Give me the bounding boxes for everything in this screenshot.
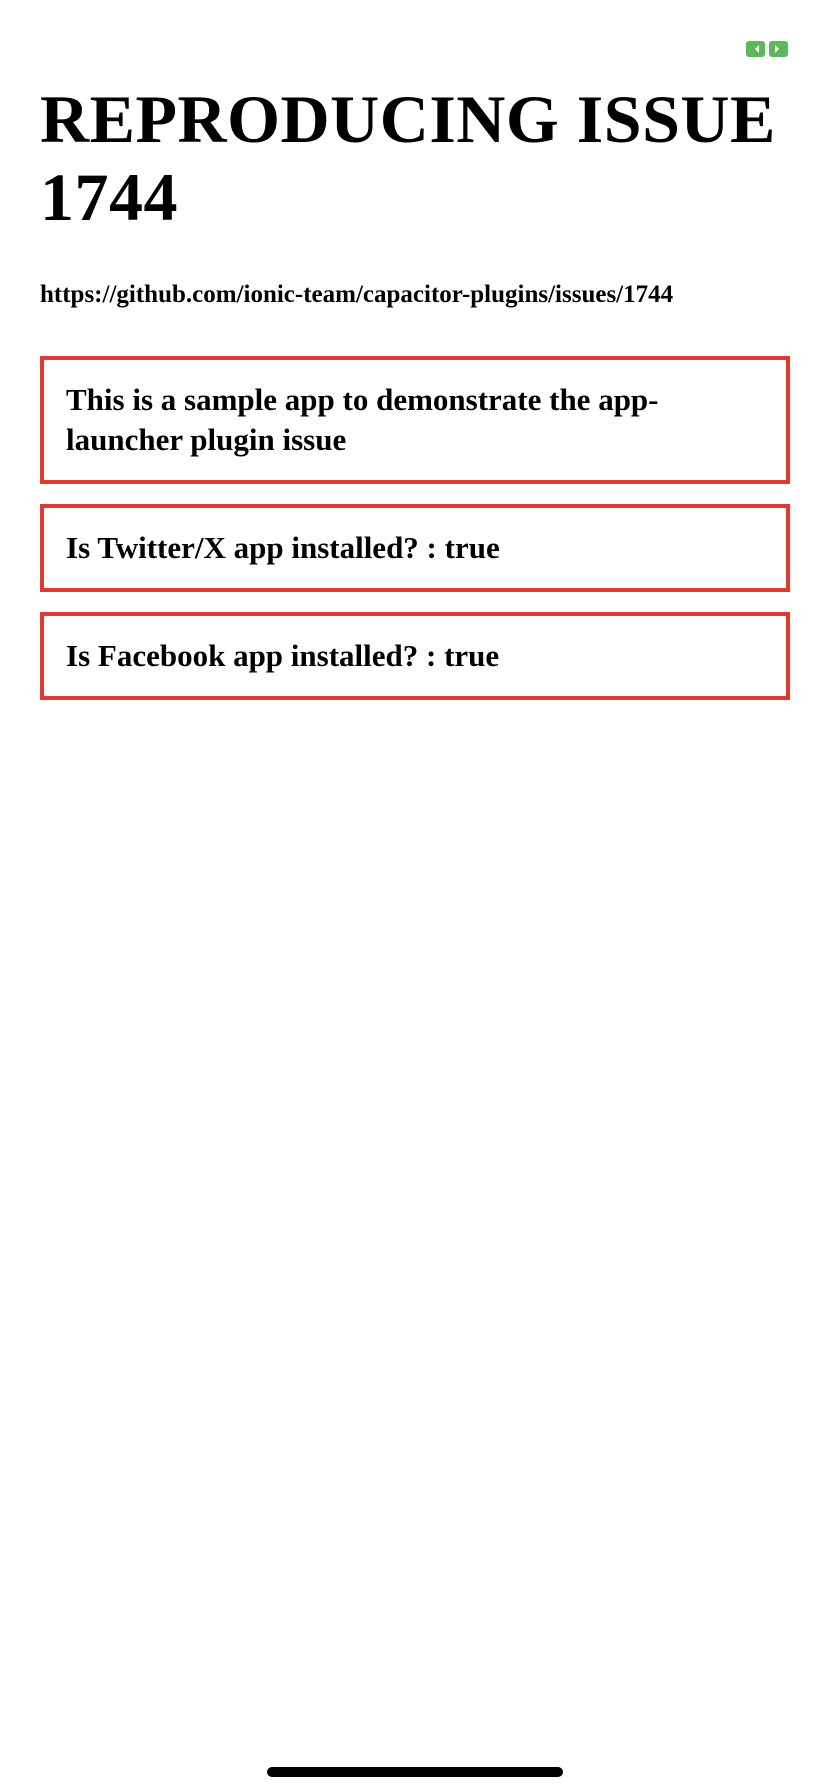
home-indicator[interactable] — [267, 1767, 563, 1777]
twitter-status-card: Is Twitter/X app installed? : true — [40, 504, 790, 592]
issue-link[interactable]: https://github.com/ionic-team/capacitor-… — [40, 280, 800, 310]
facebook-status-text: Is Facebook app installed? : true — [66, 638, 500, 673]
green-indicator-icon — [746, 40, 788, 58]
page-title: REPRODUCING ISSUE 1744 — [40, 81, 776, 235]
facebook-status-card: Is Facebook app installed? : true — [40, 612, 790, 700]
twitter-status-text: Is Twitter/X app installed? : true — [66, 530, 500, 565]
description-card: This is a sample app to demonstrate the … — [40, 356, 790, 484]
description-text: This is a sample app to demonstrate the … — [66, 382, 659, 457]
green-indicator-icon-graphic — [746, 41, 788, 57]
